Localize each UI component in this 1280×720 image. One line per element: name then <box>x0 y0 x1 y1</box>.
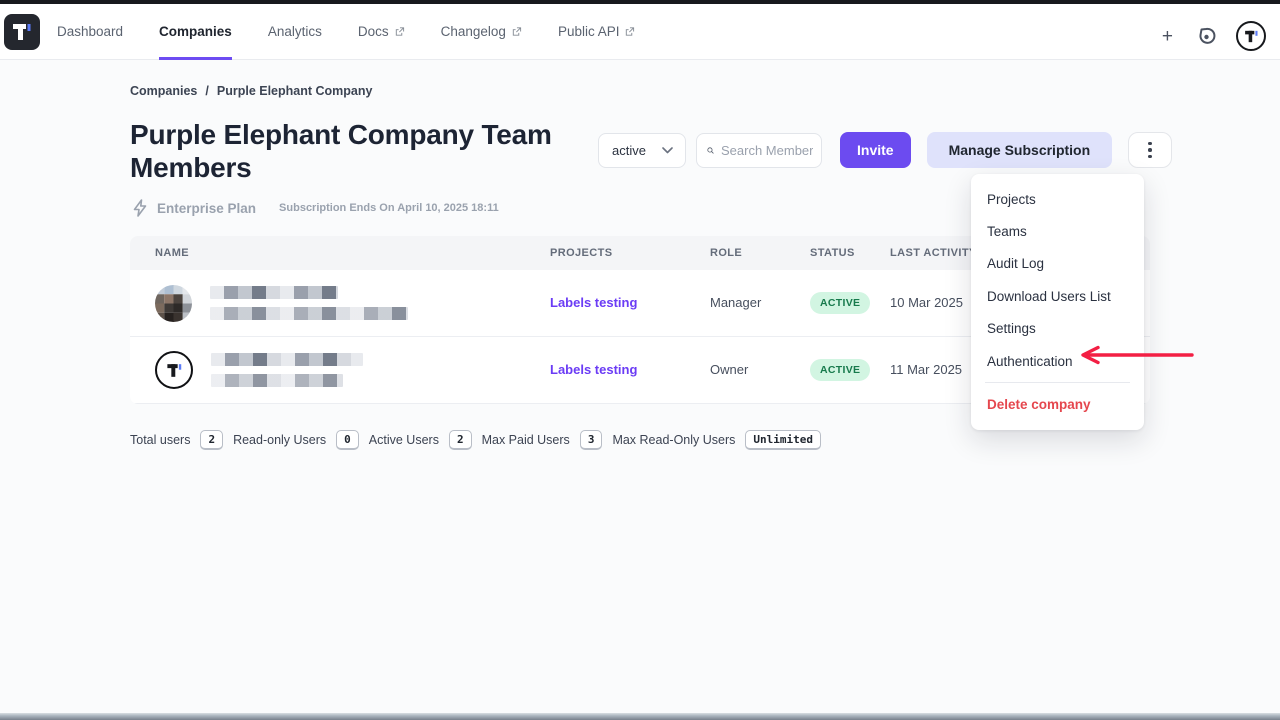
user-avatar[interactable] <box>1236 21 1266 51</box>
t-logo-icon <box>10 20 34 44</box>
stat-value: Unlimited <box>745 430 821 450</box>
nav-item-public-api[interactable]: Public API <box>558 4 660 60</box>
search-icon <box>707 143 714 158</box>
external-link-icon <box>394 26 405 37</box>
redacted-name-email <box>210 286 408 320</box>
col-projects: PROJECTS <box>525 247 685 259</box>
menu-item-delete-company[interactable]: Delete company <box>971 388 1144 420</box>
stat-value: 2 <box>200 430 223 450</box>
brand-logo[interactable] <box>4 14 40 50</box>
status-badge: ACTIVE <box>810 292 870 314</box>
chevron-down-icon <box>662 147 673 154</box>
members-toolbar: active Invite Manage Subscription <box>598 132 1172 168</box>
search-members-input[interactable] <box>721 143 813 158</box>
app-window: Dashboard Companies Analytics Docs Chang… <box>0 0 1280 720</box>
nav-item-changelog[interactable]: Changelog <box>441 4 546 60</box>
plan-row: Enterprise Plan Subscription Ends On Apr… <box>132 199 499 217</box>
invite-button[interactable]: Invite <box>840 132 911 168</box>
col-name: NAME <box>130 247 525 259</box>
more-actions-button[interactable] <box>1128 132 1172 168</box>
breadcrumb-separator: / <box>205 84 208 98</box>
primary-nav: Dashboard Companies Analytics Docs Chang… <box>57 4 671 60</box>
manage-subscription-button[interactable]: Manage Subscription <box>927 132 1113 168</box>
nav-item-analytics[interactable]: Analytics <box>268 4 346 60</box>
menu-item-authentication[interactable]: Authentication <box>971 345 1144 377</box>
company-actions-menu: Projects Teams Audit Log Download Users … <box>971 174 1144 430</box>
stat-label: Active Users <box>369 433 439 447</box>
t-logo-icon <box>1243 28 1260 45</box>
add-button[interactable]: + <box>1158 23 1177 50</box>
status-filter-value: active <box>612 143 646 158</box>
menu-item-projects[interactable]: Projects <box>971 183 1144 215</box>
lightning-icon <box>132 199 148 217</box>
role-value: Manager <box>710 295 761 310</box>
project-link[interactable]: Labels testing <box>550 295 637 310</box>
menu-item-teams[interactable]: Teams <box>971 215 1144 247</box>
menu-divider <box>985 382 1130 383</box>
last-activity-value: 10 Mar 2025 <box>890 295 963 310</box>
stat-label: Total users <box>130 433 190 447</box>
user-stats-row: Total users 2 Read-only Users 0 Active Use… <box>130 430 821 450</box>
col-status: STATUS <box>785 247 865 259</box>
nav-item-docs[interactable]: Docs <box>358 4 429 60</box>
t-logo-icon <box>165 361 184 380</box>
menu-item-audit-log[interactable]: Audit Log <box>971 248 1144 280</box>
nav-item-dashboard[interactable]: Dashboard <box>57 4 147 60</box>
navbar-right-actions: + <box>1158 8 1266 64</box>
avatar <box>155 351 193 389</box>
stat-label: Read-only Users <box>233 433 326 447</box>
stat-value: 3 <box>580 430 603 450</box>
project-link[interactable]: Labels testing <box>550 362 637 377</box>
stat-value: 0 <box>336 430 359 450</box>
role-value: Owner <box>710 362 748 377</box>
external-link-icon <box>511 26 522 37</box>
col-role: ROLE <box>685 247 785 259</box>
menu-item-settings[interactable]: Settings <box>971 313 1144 345</box>
breadcrumb-companies[interactable]: Companies <box>130 84 197 98</box>
menu-item-download-users-list[interactable]: Download Users List <box>971 280 1144 312</box>
breadcrumb: Companies / Purple Elephant Company <box>130 84 372 98</box>
search-members-box <box>696 133 822 168</box>
status-filter-select[interactable]: active <box>598 133 686 168</box>
last-activity-value: 11 Mar 2025 <box>890 362 962 377</box>
breadcrumb-current-company[interactable]: Purple Elephant Company <box>217 84 373 98</box>
external-link-icon <box>624 26 635 37</box>
top-navbar: Dashboard Companies Analytics Docs Chang… <box>0 4 1280 60</box>
search-lens-icon[interactable] <box>1197 27 1216 46</box>
plan-name: Enterprise Plan <box>157 201 256 216</box>
subscription-ends-note: Subscription Ends On April 10, 2025 18:1… <box>279 202 499 214</box>
nav-item-companies[interactable]: Companies <box>159 4 256 60</box>
kebab-icon <box>1148 142 1152 146</box>
stat-label: Max Paid Users <box>482 433 570 447</box>
stat-value: 2 <box>449 430 472 450</box>
redacted-name-email <box>211 353 363 387</box>
status-badge: ACTIVE <box>810 359 870 381</box>
avatar <box>155 285 192 322</box>
stat-label: Max Read-Only Users <box>612 433 735 447</box>
window-bottom-edge <box>0 713 1280 720</box>
